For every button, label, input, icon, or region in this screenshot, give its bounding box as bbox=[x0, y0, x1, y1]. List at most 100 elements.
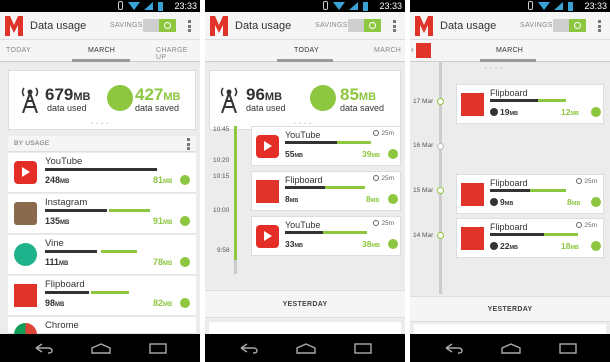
nav-bar bbox=[410, 334, 610, 362]
back-chevron-icon[interactable]: ‹ bbox=[411, 45, 414, 54]
used-bar bbox=[45, 209, 107, 212]
zip-icon bbox=[591, 241, 601, 251]
home-icon[interactable] bbox=[295, 343, 317, 354]
app-used: 135MB bbox=[45, 216, 70, 226]
youtube-icon bbox=[14, 161, 37, 184]
opera-max-logo-icon[interactable] bbox=[5, 16, 23, 36]
time-label: 9:58 bbox=[217, 247, 230, 254]
saved-bar bbox=[530, 189, 566, 192]
power-icon bbox=[574, 22, 581, 29]
flipboard-icon bbox=[461, 183, 484, 206]
used-bar bbox=[490, 233, 544, 236]
app-name: Flipboard bbox=[45, 279, 85, 290]
session-app-name: Flipboard bbox=[490, 222, 528, 232]
flipboard-icon bbox=[461, 93, 484, 116]
zip-icon bbox=[591, 197, 601, 207]
app-bar: Data usage SAVINGS bbox=[410, 12, 610, 40]
session-saved: 8MB bbox=[567, 197, 581, 207]
timeline-more bbox=[234, 260, 237, 274]
battery-icon bbox=[568, 2, 573, 11]
timeline-dot bbox=[437, 143, 444, 150]
session-saved: 8MB bbox=[366, 194, 380, 204]
app-saved: 78MB bbox=[153, 257, 173, 267]
clock-icon bbox=[373, 130, 380, 136]
app-row-chrome[interactable]: Chrome bbox=[8, 317, 196, 346]
nav-bar bbox=[0, 334, 200, 362]
summary-card[interactable]: 679MB data used 427MB data saved • • • • bbox=[8, 70, 196, 130]
tab-march[interactable]: MARCH bbox=[88, 47, 115, 54]
app-title: Data usage bbox=[440, 20, 497, 32]
status-bar: 23:33 bbox=[205, 0, 405, 12]
overflow-menu-icon[interactable] bbox=[393, 20, 396, 32]
app-title: Data usage bbox=[30, 20, 87, 32]
used-bar bbox=[285, 141, 337, 144]
recent-apps-icon[interactable] bbox=[558, 343, 578, 354]
savings-toggle[interactable] bbox=[348, 19, 381, 32]
session-card-flipboard[interactable]: Flipboard 25m 9MB 8MB bbox=[456, 174, 604, 214]
zip-icon bbox=[388, 239, 398, 249]
app-name: Chrome bbox=[45, 320, 79, 331]
antenna-icon bbox=[490, 198, 498, 206]
tab-today[interactable]: TODAY bbox=[6, 47, 31, 54]
summary-card[interactable]: 96MB data used 85MB data saved • • • • bbox=[209, 70, 401, 130]
savings-label: SAVINGS bbox=[315, 22, 348, 29]
session-card-flipboard[interactable]: Flipboard 25m 22MB 18MB bbox=[456, 218, 604, 258]
app-row-vine[interactable]: Vine 111MB 78MB bbox=[8, 235, 196, 275]
savings-toggle[interactable] bbox=[143, 19, 176, 32]
recent-apps-icon[interactable] bbox=[353, 343, 373, 354]
flipboard-icon bbox=[14, 284, 37, 307]
session-card-flipboard[interactable]: Flipboard 25m 8MB 8MB bbox=[251, 171, 401, 211]
back-icon[interactable] bbox=[239, 343, 259, 354]
tab-today[interactable]: TODAY bbox=[294, 47, 319, 54]
time-label: 10:45 bbox=[213, 126, 230, 133]
time-label: 10:20 bbox=[213, 157, 230, 164]
app-saved: 81MB bbox=[153, 175, 173, 185]
data-used-caption: data used bbox=[47, 103, 87, 113]
home-icon[interactable] bbox=[90, 343, 112, 354]
screen-march-by-usage: 23:33 Data usage SAVINGS TODAY MARCH CHA… bbox=[0, 0, 200, 362]
used-bar bbox=[490, 99, 538, 102]
status-icons bbox=[118, 1, 168, 11]
session-duration: 25m bbox=[576, 222, 597, 229]
back-icon[interactable] bbox=[444, 343, 464, 354]
overflow-menu-icon[interactable] bbox=[188, 20, 191, 32]
recent-apps-icon[interactable] bbox=[148, 343, 168, 354]
app-row-youtube[interactable]: YouTube 248MB 81MB bbox=[8, 153, 196, 193]
list-header-label: BY USAGE bbox=[14, 140, 50, 147]
data-saved-value: 427MB bbox=[135, 85, 181, 104]
date-label: 15 Mar bbox=[413, 187, 434, 194]
status-icons bbox=[323, 1, 373, 11]
status-time: 23:33 bbox=[174, 1, 197, 11]
tab-march[interactable]: MARCH bbox=[374, 47, 401, 54]
tab-march[interactable]: MARCH bbox=[496, 47, 523, 54]
time-label: 10:00 bbox=[213, 207, 230, 214]
app-row-flipboard[interactable]: Flipboard 98MB 82MB bbox=[8, 276, 196, 316]
opera-max-logo-icon[interactable] bbox=[415, 16, 433, 36]
overflow-menu-icon[interactable] bbox=[598, 20, 601, 32]
power-icon bbox=[164, 22, 171, 29]
pager-dots: • • • • bbox=[485, 66, 504, 72]
session-card-youtube[interactable]: YouTube 25m 33MB 38MB bbox=[251, 216, 401, 256]
saved-bar bbox=[544, 233, 578, 236]
bluetooth-icon bbox=[528, 1, 533, 10]
session-used: 33MB bbox=[285, 239, 304, 249]
back-icon[interactable] bbox=[34, 343, 54, 354]
used-bar bbox=[45, 250, 97, 253]
session-app-name: YouTube bbox=[285, 130, 321, 140]
savings-toggle[interactable] bbox=[553, 19, 586, 32]
status-time: 23:33 bbox=[584, 1, 607, 11]
tab-charge-up[interactable]: CHARGE UP bbox=[156, 47, 200, 61]
opera-max-logo-icon[interactable] bbox=[210, 16, 228, 36]
youtube-icon bbox=[256, 135, 279, 158]
app-row-instagram[interactable]: Instagram 135MB 91MB bbox=[8, 194, 196, 234]
list-overflow-icon[interactable] bbox=[187, 138, 190, 150]
session-app-name: Flipboard bbox=[490, 88, 528, 98]
saved-bar bbox=[91, 291, 129, 294]
session-card-flipboard[interactable]: Flipboard 19MB 12MB bbox=[456, 84, 604, 124]
session-card-youtube[interactable]: YouTube 25m 55MB 39MB bbox=[251, 126, 401, 166]
flipboard-icon bbox=[461, 227, 484, 250]
used-bar bbox=[45, 291, 89, 294]
home-icon[interactable] bbox=[500, 343, 522, 354]
antenna-tower-icon bbox=[220, 87, 238, 113]
used-bar bbox=[285, 231, 323, 234]
